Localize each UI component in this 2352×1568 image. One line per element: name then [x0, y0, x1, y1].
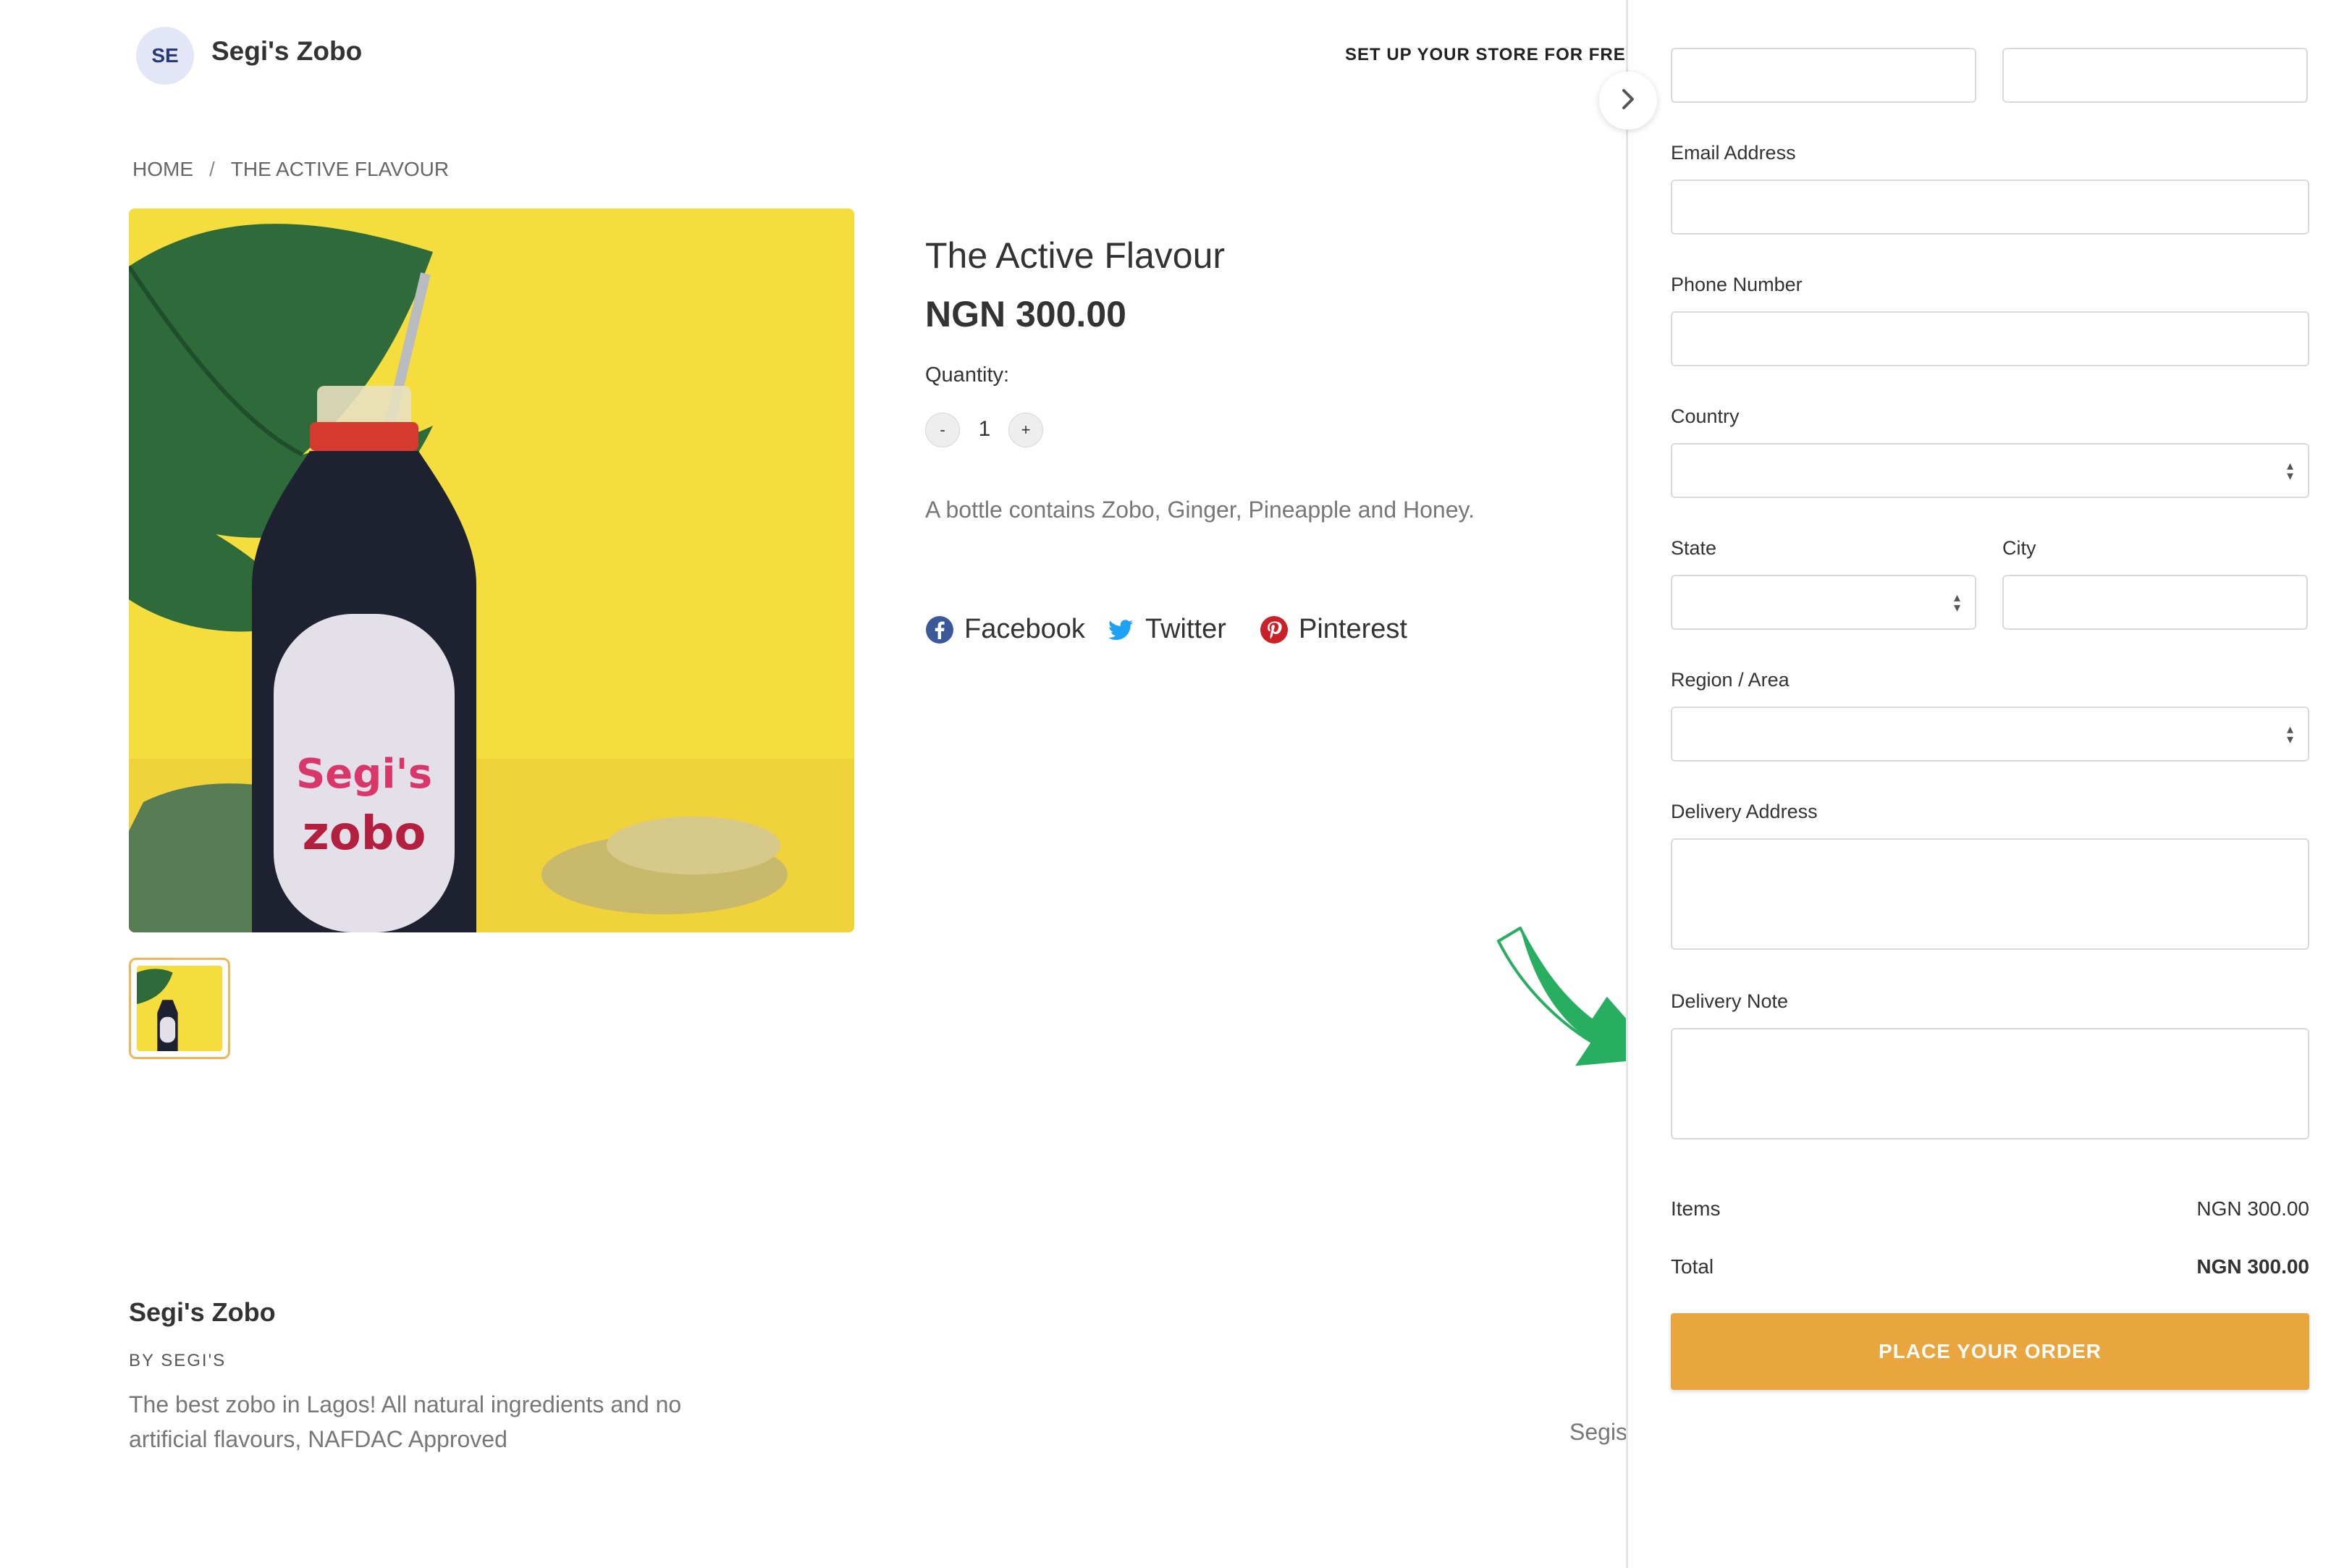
state-select[interactable]: ▴ ▾: [1671, 575, 1976, 630]
share-facebook[interactable]: Facebook: [925, 614, 1085, 645]
footer-clipped-text: Segis: [1569, 1419, 1627, 1445]
product-price: NGN 300.00: [925, 294, 1126, 334]
collapse-panel-button[interactable]: [1599, 72, 1657, 130]
items-label: Items: [1671, 1197, 1721, 1220]
pinterest-icon: [1260, 615, 1289, 644]
product-thumbnail[interactable]: [129, 958, 230, 1059]
select-caret-icon: ▴ ▾: [2286, 458, 2293, 483]
last-name-field[interactable]: [2002, 48, 2308, 103]
region-label: Region / Area: [1671, 669, 1790, 691]
share-pinterest[interactable]: Pinterest: [1260, 614, 1407, 645]
delivery-note-label: Delivery Note: [1671, 990, 1789, 1012]
twitter-label: Twitter: [1145, 614, 1226, 644]
delivery-note-field[interactable]: [1671, 1028, 2309, 1139]
pinterest-label: Pinterest: [1299, 614, 1407, 644]
delivery-address-label: Delivery Address: [1671, 801, 1818, 822]
breadcrumb-current: THE ACTIVE FLAVOUR: [230, 158, 450, 180]
footer-by-line: BY SEGI'S: [129, 1351, 227, 1370]
region-select[interactable]: ▴ ▾: [1671, 707, 2309, 762]
country-label: Country: [1671, 405, 1740, 427]
quantity-increase-button[interactable]: +: [1008, 413, 1043, 447]
phone-field[interactable]: [1671, 311, 2309, 366]
chevron-right-icon: [1616, 87, 1640, 115]
first-name-field[interactable]: [1671, 48, 1976, 103]
setup-store-link[interactable]: SET UP YOUR STORE FOR FREE: [1345, 45, 1638, 65]
footer-description: The best zobo in Lagos! All natural ingr…: [129, 1391, 682, 1452]
product-description: A bottle contains Zobo, Ginger, Pineappl…: [925, 497, 1475, 523]
phone-label: Phone Number: [1671, 274, 1803, 295]
city-field[interactable]: [2002, 575, 2308, 630]
country-select[interactable]: ▴ ▾: [1671, 443, 2309, 498]
state-label: State: [1671, 537, 1717, 559]
select-caret-icon: ▴ ▾: [1953, 590, 1960, 615]
twitter-icon: [1106, 615, 1135, 644]
bottle-name: zobo: [303, 807, 426, 861]
delivery-address-field[interactable]: [1671, 838, 2309, 950]
product-title: The Active Flavour: [925, 235, 1226, 276]
email-label: Email Address: [1671, 142, 1796, 164]
store-name[interactable]: Segi's Zobo: [211, 36, 362, 67]
product-image: Segi's zobo: [129, 208, 854, 932]
total-value: NGN 300.00: [2196, 1255, 2309, 1278]
breadcrumb-home[interactable]: HOME: [132, 158, 193, 181]
select-caret-icon: ▴ ▾: [2286, 722, 2293, 746]
bottle-brand: Segi's: [296, 751, 432, 798]
store-avatar[interactable]: SE: [136, 27, 194, 85]
quantity-value: 1: [978, 417, 991, 441]
footer-store-name: Segi's Zobo: [129, 1297, 276, 1327]
email-field[interactable]: [1671, 180, 2309, 235]
place-order-button[interactable]: PLACE YOUR ORDER: [1671, 1313, 2309, 1390]
facebook-label: Facebook: [964, 614, 1085, 644]
items-value: NGN 300.00: [2196, 1197, 2309, 1220]
city-label: City: [2002, 537, 2036, 559]
share-twitter[interactable]: Twitter: [1106, 614, 1226, 645]
quantity-label: Quantity:: [925, 363, 1010, 387]
breadcrumb: HOME / THE ACTIVE FLAVOUR: [132, 158, 449, 181]
total-label: Total: [1671, 1255, 1714, 1278]
facebook-icon: [925, 615, 954, 644]
breadcrumb-separator: /: [209, 158, 215, 180]
quantity-decrease-button[interactable]: -: [925, 413, 960, 447]
